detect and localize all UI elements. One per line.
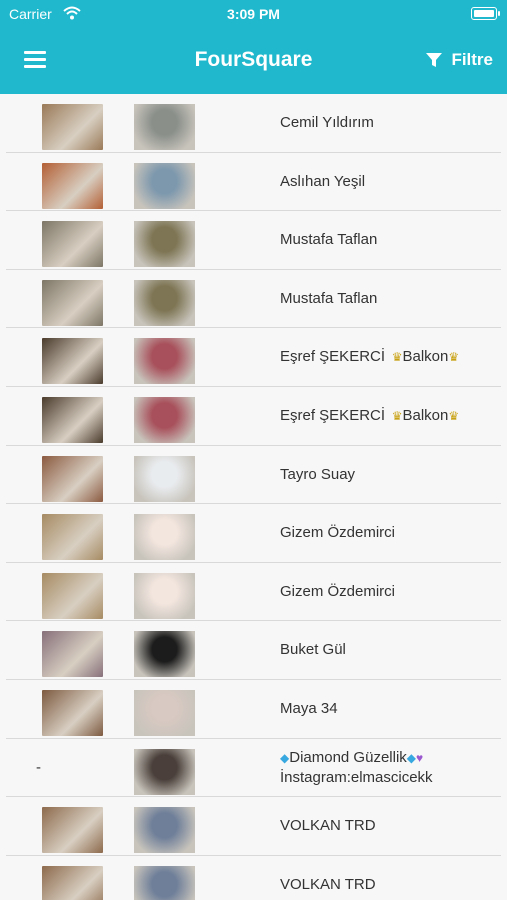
battery-icon <box>471 7 500 20</box>
user-avatar[interactable] <box>134 455 195 502</box>
user-avatar[interactable] <box>134 631 195 678</box>
user-subtitle: İnstagram:elmascicekk <box>280 768 433 786</box>
user-name-text: Eşref ŞEKERCİ <box>280 348 386 366</box>
user-avatar[interactable] <box>134 514 195 561</box>
user-avatar[interactable] <box>134 807 195 854</box>
user-avatar[interactable] <box>134 279 195 326</box>
user-name: Cemil Yıldırım <box>280 114 374 131</box>
list-item[interactable]: Mustafa Taflan <box>6 211 501 270</box>
venue-photo <box>42 221 103 268</box>
user-badge-text: Balkon <box>402 406 449 424</box>
list-item[interactable]: Eşref ŞEKERCİ ♛ Balkon ♛ <box>6 387 501 446</box>
crown-icon: ♛ <box>448 350 460 365</box>
user-avatar[interactable] <box>134 338 195 385</box>
venue-photo <box>42 396 103 443</box>
list-item[interactable]: Gizem Özdemirci <box>6 504 501 563</box>
user-avatar[interactable] <box>134 572 195 619</box>
list-item[interactable]: VOLKAN TRD <box>6 856 501 900</box>
venue-photo <box>42 807 103 854</box>
user-avatar[interactable] <box>134 104 195 150</box>
user-avatar[interactable] <box>134 865 195 900</box>
list-item[interactable]: Buket Gül <box>6 621 501 680</box>
venue-photo <box>42 572 103 619</box>
venue-photo <box>42 689 103 736</box>
venue-photo <box>42 338 103 385</box>
user-name: Mustafa Taflan <box>280 289 378 307</box>
list-item[interactable]: VOLKAN TRD <box>6 797 501 856</box>
user-name: Aslıhan Yeşil <box>280 172 366 190</box>
user-name-text: Diamond Güzellik <box>289 748 407 766</box>
app-header: Carrier 3:09 PM FourSquare Filtre <box>0 0 507 94</box>
status-time: 3:09 PM <box>227 6 280 22</box>
user-name: Eşref ŞEKERCİ ♛ Balkon ♛ <box>280 387 493 445</box>
user-name: ◆Diamond Güzellik◆♥ İnstagram:elmascicekk <box>280 739 493 797</box>
list-item[interactable]: Aslıhan Yeşil <box>6 153 501 212</box>
crown-icon: ♛ <box>448 408 460 423</box>
no-venue-photo: - <box>36 758 41 776</box>
venue-photo <box>42 162 103 209</box>
list-item[interactable]: Tayro Suay <box>6 446 501 505</box>
venue-photo <box>42 514 103 561</box>
user-name: Mustafa Taflan <box>280 231 378 249</box>
user-name: Eşref ŞEKERCİ ♛ Balkon ♛ <box>280 328 493 386</box>
user-name: VOLKAN TRD <box>280 817 376 835</box>
user-avatar[interactable] <box>134 162 195 209</box>
user-avatar[interactable] <box>134 221 195 268</box>
user-badge-text: Balkon <box>402 348 449 366</box>
user-avatar[interactable] <box>134 748 195 795</box>
list-item[interactable]: Gizem Özdemirci <box>6 563 501 622</box>
user-name: Maya 34 <box>280 699 338 717</box>
filter-label: Filtre <box>451 50 493 69</box>
funnel-icon <box>426 53 443 67</box>
list-item[interactable]: Mustafa Taflan <box>6 270 501 329</box>
venue-photo <box>42 104 103 150</box>
list-item[interactable]: Eşref ŞEKERCİ ♛ Balkon ♛ <box>6 328 501 387</box>
heart-icon: ♥ <box>416 750 424 765</box>
user-name: Buket Gül <box>280 641 346 659</box>
checkin-list[interactable]: Cemil Yıldırım Aslıhan Yeşil Mustafa Tafla… <box>0 94 507 900</box>
crown-icon: ♛ <box>385 350 403 365</box>
user-name: Gizem Özdemirci <box>280 582 396 600</box>
user-avatar[interactable] <box>134 396 195 443</box>
venue-photo <box>42 865 103 900</box>
list-item[interactable]: Maya 34 <box>6 680 501 739</box>
user-name: Tayro Suay <box>280 465 356 483</box>
list-item[interactable]: Cemil Yıldırım <box>6 94 501 153</box>
filter-button[interactable]: Filtre <box>425 44 493 76</box>
venue-photo <box>42 455 103 502</box>
user-name-text: Eşref ŞEKERCİ <box>280 406 386 424</box>
user-name: Gizem Özdemirci <box>280 524 396 542</box>
status-bar: Carrier 3:09 PM <box>0 0 507 28</box>
crown-icon: ♛ <box>385 408 403 423</box>
diamond-icon: ◆ <box>280 750 290 765</box>
user-name: VOLKAN TRD <box>280 875 376 893</box>
venue-photo <box>42 279 103 326</box>
list-item[interactable]: - ◆Diamond Güzellik◆♥ İnstagram:elmascicek… <box>6 739 501 798</box>
venue-photo <box>42 631 103 678</box>
user-avatar[interactable] <box>134 689 195 736</box>
diamond-icon: ◆ <box>406 750 417 765</box>
